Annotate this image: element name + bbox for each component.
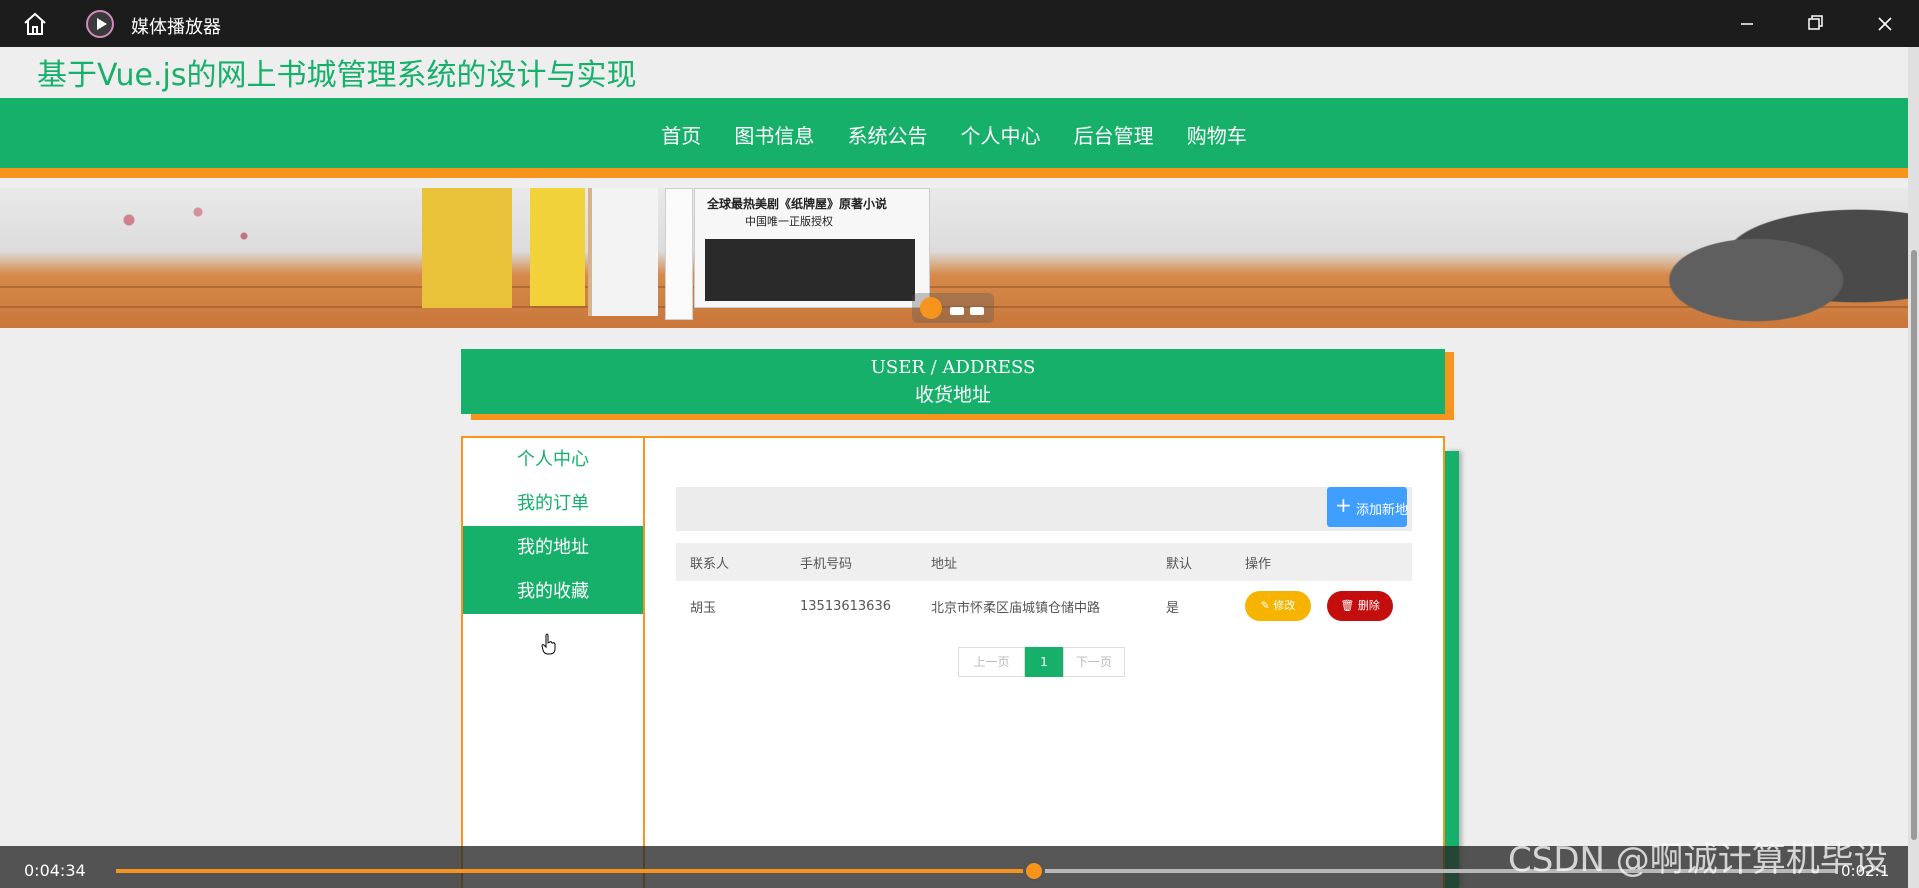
banner-headline: 全球最热美剧《纸牌屋》原著小说 (707, 197, 888, 211)
column-header: 手机号码 (786, 543, 917, 581)
address-toolbar: + 添加新地址 (676, 487, 1412, 531)
cell-contact: 胡玉 (690, 600, 717, 616)
banner-book (422, 188, 512, 308)
column-header: 操作 (1231, 543, 1412, 581)
media-player-app-icon (86, 10, 114, 38)
banner-book-cover: 全球最热美剧《纸牌屋》原著小说 中国唯一正版授权 (694, 188, 930, 308)
time-elapsed: 0:04:34 (24, 861, 86, 880)
column-header: 默认 (1152, 543, 1231, 581)
cell-address: 北京市怀柔区庙城镇仓储中路 (931, 600, 1101, 616)
time-remaining: 0:02:1 (1841, 862, 1890, 880)
player-title-bar: 媒体播放器 (0, 0, 1919, 47)
add-address-label: 添加新地址 (1356, 503, 1407, 518)
page-number-current[interactable]: 1 (1025, 647, 1063, 677)
minimize-icon[interactable] (1724, 8, 1770, 40)
sidebar-item-profile[interactable]: 个人中心 (463, 438, 643, 482)
nav-announcements[interactable]: 系统公告 (847, 120, 927, 149)
edit-button[interactable]: ✎ 修改 (1245, 591, 1311, 621)
banner-carousel: 全球最热美剧《纸牌屋》原著小说 中国唯一正版授权 (0, 188, 1908, 328)
pencil-icon: ✎ (1260, 599, 1274, 612)
pagination: 上一页 1 下一页 (958, 647, 1125, 677)
prev-page-button[interactable]: 上一页 (958, 647, 1025, 677)
window-title: 媒体播放器 (131, 17, 221, 38)
webpage: 基于Vue.js的网上书城管理系统的设计与实现 首页 图书信息 系统公告 个人中… (0, 47, 1908, 888)
banner-photo (705, 239, 915, 301)
edit-label: 修改 (1273, 599, 1296, 612)
section-header: USER / ADDRESS 收货地址 (461, 349, 1445, 414)
cell-default: 是 (1166, 600, 1180, 616)
sidebar-item-orders[interactable]: 我的订单 (463, 482, 643, 526)
trash-icon: 🗑 (1340, 599, 1358, 612)
rocks-decoration (1655, 208, 1908, 328)
seek-bar-handle[interactable] (1023, 860, 1045, 882)
nav-admin[interactable]: 后台管理 (1074, 120, 1154, 149)
banner-subhead: 中国唯一正版授权 (745, 215, 833, 228)
nav-profile[interactable]: 个人中心 (961, 120, 1041, 149)
seek-bar-progress (116, 869, 1034, 873)
site-title: 基于Vue.js的网上书城管理系统的设计与实现 (37, 58, 637, 93)
cell-phone: 13513613636 (800, 598, 891, 614)
restore-icon[interactable] (1792, 8, 1838, 40)
delete-label: 删除 (1357, 599, 1380, 612)
csdn-watermark: CSDN @啊诚计算机毕设 (1508, 840, 1888, 880)
carousel-dot-active[interactable] (920, 297, 942, 319)
main-nav: 首页 图书信息 系统公告 个人中心 后台管理 购物车 (0, 98, 1908, 178)
sidebar-item-favorites[interactable]: 我的收藏 (463, 570, 643, 614)
column-header: 联系人 (676, 543, 786, 581)
section-title-en: USER / ADDRESS (870, 357, 1036, 378)
carousel-dot[interactable] (950, 307, 964, 315)
banner-book (530, 188, 585, 306)
content-panel: 个人中心 我的订单 我的地址 我的收藏 + 添加新地址 联系人 手机号码 地址 … (461, 436, 1445, 888)
user-sidebar: 个人中心 我的订单 我的地址 我的收藏 (463, 438, 645, 888)
cell-actions: ✎ 修改 🗑 删除 (1231, 581, 1412, 631)
hand-cursor-icon (541, 633, 556, 655)
carousel-dot[interactable] (970, 307, 984, 315)
nav-home[interactable]: 首页 (661, 120, 701, 149)
column-header: 地址 (917, 543, 1152, 581)
close-icon[interactable] (1862, 8, 1908, 40)
address-table: 联系人 手机号码 地址 默认 操作 胡玉 13513613636 北京市怀柔区庙… (676, 543, 1412, 631)
section-title-cn: 收货地址 (914, 384, 991, 406)
banner-book (588, 188, 658, 316)
banner-book (665, 188, 693, 320)
table-row: 胡玉 13513613636 北京市怀柔区庙城镇仓储中路 是 ✎ 修改 🗑 删除 (676, 581, 1412, 631)
home-icon[interactable] (22, 11, 48, 37)
page-scrollbar-thumb[interactable] (1911, 250, 1917, 840)
plus-icon: + (1335, 493, 1352, 517)
panel-shadow (1445, 451, 1459, 888)
table-header-row: 联系人 手机号码 地址 默认 操作 (676, 543, 1412, 581)
blossom-decoration (60, 188, 290, 268)
carousel-indicators (912, 293, 994, 323)
next-page-button[interactable]: 下一页 (1063, 647, 1125, 677)
nav-cart[interactable]: 购物车 (1187, 120, 1247, 149)
add-address-button[interactable]: + 添加新地址 (1327, 487, 1407, 527)
sidebar-item-address[interactable]: 我的地址 (463, 526, 643, 570)
delete-button[interactable]: 🗑 删除 (1327, 591, 1394, 621)
nav-books[interactable]: 图书信息 (734, 120, 814, 149)
